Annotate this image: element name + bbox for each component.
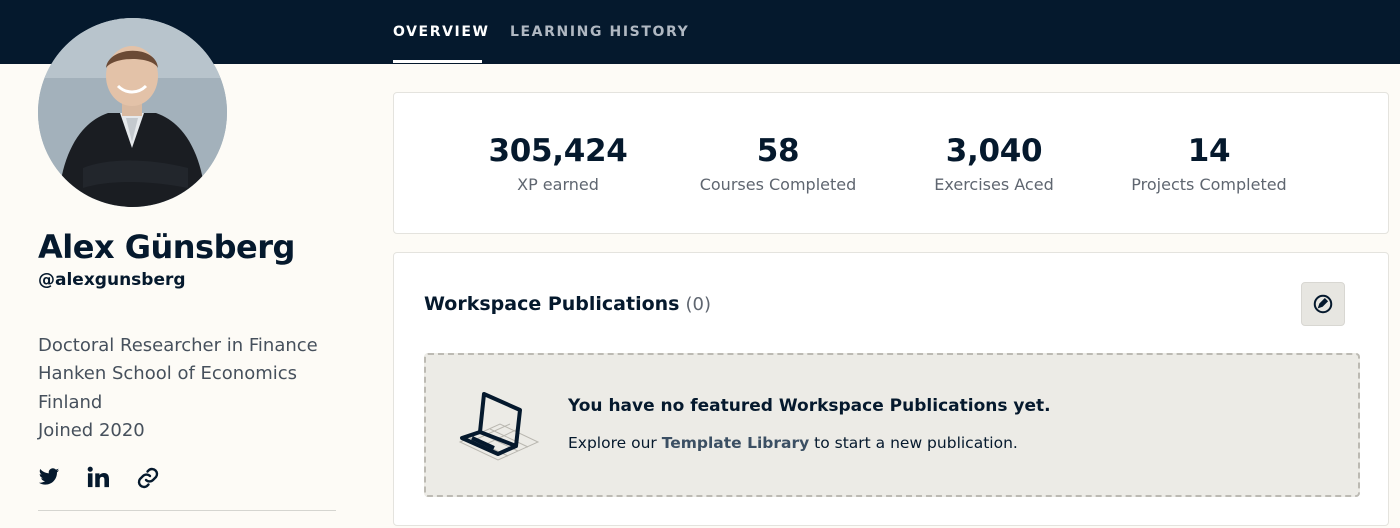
stat-label: Projects Completed bbox=[1131, 175, 1287, 194]
bio-occupation: Doctoral Researcher in Finance bbox=[38, 335, 318, 356]
publications-card: Workspace Publications (0) You have no fe… bbox=[393, 252, 1389, 526]
publications-heading: Workspace Publications (0) bbox=[424, 293, 711, 315]
empty-state-suffix: to start a new publication. bbox=[814, 434, 1018, 452]
profile-name: Alex Günsberg bbox=[38, 228, 295, 266]
bio-joined: Joined 2020 bbox=[38, 420, 145, 441]
template-library-link[interactable]: Template Library bbox=[662, 434, 810, 452]
tab-overview[interactable]: OVERVIEW bbox=[393, 24, 490, 40]
stat-projects: 14 Projects Completed bbox=[1099, 133, 1319, 194]
stat-value: 58 bbox=[756, 133, 800, 169]
stat-value: 305,424 bbox=[488, 133, 628, 169]
active-tab-indicator bbox=[393, 60, 482, 63]
edit-publications-button[interactable] bbox=[1301, 282, 1345, 326]
empty-state-prefix: Explore our bbox=[568, 434, 657, 452]
avatar bbox=[38, 18, 227, 207]
tab-learning-history[interactable]: LEARNING HISTORY bbox=[510, 24, 689, 40]
bio-organization: Hanken School of Economics bbox=[38, 363, 298, 384]
avatar-photo bbox=[38, 18, 227, 207]
laptop-illustration-icon bbox=[458, 392, 540, 461]
stat-label: XP earned bbox=[517, 175, 599, 194]
stat-exercises: 3,040 Exercises Aced bbox=[884, 133, 1104, 194]
stat-label: Exercises Aced bbox=[934, 175, 1054, 194]
stat-courses: 58 Courses Completed bbox=[668, 133, 888, 194]
publications-title: Workspace Publications bbox=[424, 293, 680, 315]
stat-value: 3,040 bbox=[945, 133, 1043, 169]
edit-icon bbox=[1313, 294, 1333, 314]
bio-location: Finland bbox=[38, 392, 103, 413]
stat-xp: 305,424 XP earned bbox=[448, 133, 668, 194]
top-nav-bar: OVERVIEW LEARNING HISTORY bbox=[0, 0, 1400, 64]
empty-publications-box: You have no featured Workspace Publicati… bbox=[424, 353, 1360, 497]
sidebar-divider bbox=[38, 510, 336, 511]
empty-state-message: Explore our Template Library to start a … bbox=[568, 434, 1018, 452]
profile-handle: @alexgunsberg bbox=[38, 270, 186, 290]
empty-state-title: You have no featured Workspace Publicati… bbox=[568, 396, 1051, 416]
stat-value: 14 bbox=[1187, 133, 1231, 169]
linkedin-icon[interactable] bbox=[87, 466, 113, 492]
twitter-icon[interactable] bbox=[38, 466, 64, 492]
stat-label: Courses Completed bbox=[699, 175, 857, 194]
publications-count: (0) bbox=[685, 294, 711, 315]
stats-card: 305,424 XP earned 58 Courses Completed 3… bbox=[393, 92, 1389, 234]
link-icon[interactable] bbox=[136, 466, 162, 492]
